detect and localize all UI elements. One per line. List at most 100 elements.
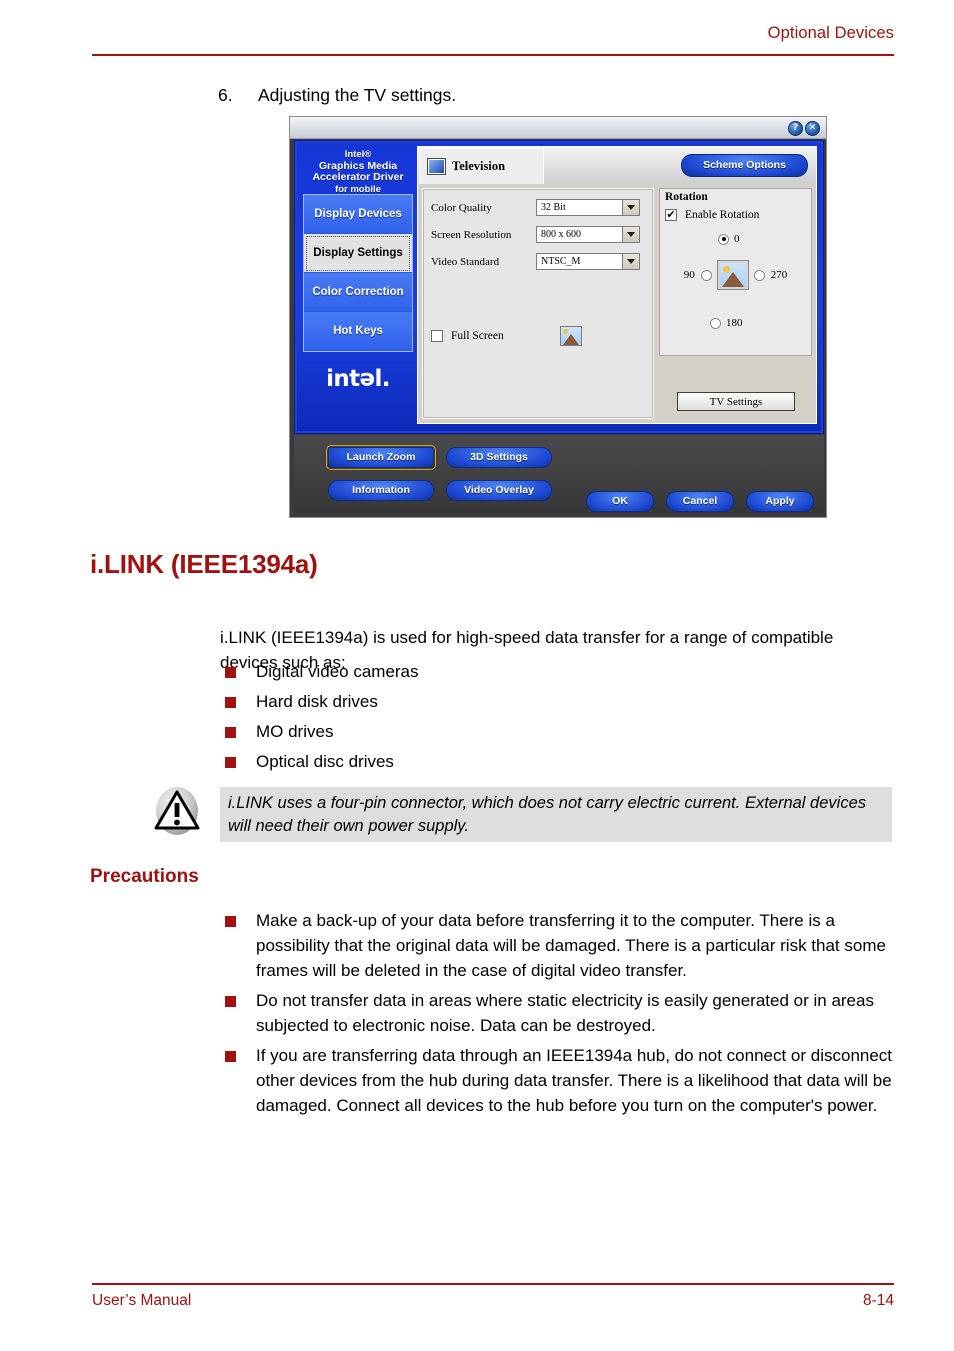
dialog-body: Intel® Graphics Media Accelerator Driver…: [294, 140, 824, 434]
sidebar-item-display-devices[interactable]: Display Devices: [304, 195, 412, 234]
footer-page-number: 8-14: [862, 1292, 894, 1309]
chevron-down-icon[interactable]: [622, 227, 639, 242]
video-overlay-button[interactable]: Video Overlay: [446, 480, 552, 501]
rotation-option-180[interactable]: 180: [710, 317, 743, 329]
bullet-square-icon: [225, 727, 236, 738]
color-quality-label: Color Quality: [431, 201, 492, 214]
section-title: i.LINK (IEEE1394a): [90, 549, 318, 579]
list-item-label: If you are transferring data through an …: [256, 1046, 893, 1115]
brand-line-3: Accelerator Driver: [312, 171, 404, 183]
bullet-square-icon: [225, 757, 236, 768]
dialog-content-panel: Television Scheme Options Color Quality …: [417, 146, 817, 424]
bullet-square-icon: [225, 996, 236, 1007]
dialog-sidebar: Intel® Graphics Media Accelerator Driver…: [303, 146, 413, 396]
rotation-radio-270[interactable]: [753, 269, 765, 281]
list-item: Hard disk drives: [220, 689, 896, 714]
list-item-label: Make a back-up of your data before trans…: [256, 911, 886, 980]
sidebar-item-hot-keys[interactable]: Hot Keys: [304, 312, 412, 351]
intel-logo: intel.: [326, 366, 390, 393]
footer-rule: [92, 1283, 894, 1285]
full-screen-label: Full Screen: [451, 330, 504, 342]
field-screen-resolution: Screen Resolution 800 x 600: [431, 226, 645, 243]
list-item: Make a back-up of your data before trans…: [220, 908, 896, 983]
video-standard-value: NTSC_M: [541, 256, 581, 267]
step-text: Adjusting the TV settings.: [258, 85, 457, 105]
information-button[interactable]: Information: [328, 480, 434, 501]
step-line: 6. Adjusting the TV settings.: [218, 85, 456, 106]
brand-line-1: Intel®: [344, 149, 372, 160]
header-rule: [92, 54, 894, 56]
enable-rotation-row: ✔ Enable Rotation: [665, 209, 759, 221]
rotation-radio-90[interactable]: [700, 269, 712, 281]
rotation-preview-icon: [717, 261, 748, 289]
tab-television-label: Television: [452, 159, 506, 173]
apply-button[interactable]: Apply: [746, 491, 814, 512]
list-item-label: Digital video cameras: [256, 662, 419, 681]
compatible-devices-list: Digital video cameras Hard disk drives M…: [220, 659, 896, 779]
rotation-group: Rotation ✔ Enable Rotation 0 90 270 180: [659, 188, 812, 356]
full-screen-row: Full Screen: [431, 326, 582, 346]
field-color-quality: Color Quality 32 Bit: [431, 199, 645, 216]
dialog-titlebar: ? ✕: [290, 117, 826, 139]
rotation-middle-row: 90 270: [666, 261, 805, 289]
list-item-label: Do not transfer data in areas where stat…: [256, 991, 874, 1035]
rotation-label-0: 0: [734, 233, 740, 245]
list-item-label: Hard disk drives: [256, 692, 378, 711]
list-item: If you are transferring data through an …: [220, 1043, 896, 1118]
panel-inner: Color Quality 32 Bit Screen Resolution 8…: [422, 188, 812, 419]
precautions-title: Precautions: [90, 866, 199, 887]
page-header: Optional Devices: [92, 24, 894, 43]
list-item: Do not transfer data in areas where stat…: [220, 988, 896, 1038]
ok-button[interactable]: OK: [586, 491, 654, 512]
list-item: MO drives: [220, 719, 896, 744]
precautions-list: Make a back-up of your data before trans…: [220, 908, 896, 1123]
dialog-action-bar: Launch Zoom 3D Settings Information Vide…: [294, 435, 824, 513]
tab-television[interactable]: Television: [419, 148, 544, 184]
launch-zoom-button[interactable]: Launch Zoom: [326, 445, 436, 470]
rotation-radio-0[interactable]: [718, 233, 729, 245]
list-item-label: MO drives: [256, 722, 334, 741]
bullet-square-icon: [225, 1051, 236, 1062]
intel-gma-dialog: ? ✕ Intel® Graphics Media Accelerator Dr…: [289, 116, 827, 518]
full-screen-checkbox[interactable]: [431, 330, 443, 342]
note-box: i.LINK uses a four-pin connector, which …: [220, 787, 892, 842]
field-video-standard: Video Standard NTSC_M: [431, 253, 645, 270]
color-quality-select[interactable]: 32 Bit: [536, 199, 640, 216]
tv-settings-button[interactable]: TV Settings: [677, 392, 795, 411]
sidebar-item-display-settings[interactable]: Display Settings: [304, 234, 412, 273]
sidebar-nav-list: Display Devices Display Settings Color C…: [303, 194, 413, 352]
warning-icon: [154, 787, 200, 835]
3d-settings-button[interactable]: 3D Settings: [446, 447, 552, 468]
scheme-options-button[interactable]: Scheme Options: [681, 154, 808, 177]
rotation-radio-180[interactable]: [710, 317, 721, 329]
list-item-label: Optical disc drives: [256, 752, 394, 771]
bullet-square-icon: [225, 667, 236, 678]
intel-brand-block: Intel® Graphics Media Accelerator Driver…: [303, 146, 413, 195]
chevron-down-icon[interactable]: [622, 254, 639, 269]
sidebar-item-color-correction[interactable]: Color Correction: [304, 273, 412, 312]
video-standard-select[interactable]: NTSC_M: [536, 253, 640, 270]
close-icon[interactable]: ✕: [805, 121, 820, 136]
picture-preview-icon: [559, 326, 582, 346]
bullet-square-icon: [225, 916, 236, 927]
help-icon[interactable]: ?: [788, 121, 803, 136]
rotation-label-90: 90: [683, 269, 695, 281]
page-header-title: Optional Devices: [767, 24, 894, 42]
chevron-down-icon[interactable]: [622, 200, 639, 215]
display-settings-group: Color Quality 32 Bit Screen Resolution 8…: [422, 188, 654, 419]
list-item: Optical disc drives: [220, 749, 896, 774]
step-number: 6.: [218, 85, 233, 105]
color-quality-value: 32 Bit: [541, 202, 566, 213]
enable-rotation-label: Enable Rotation: [685, 209, 760, 221]
note-text: i.LINK uses a four-pin connector, which …: [228, 794, 866, 835]
cancel-button[interactable]: Cancel: [666, 491, 734, 512]
enable-rotation-checkbox[interactable]: ✔: [665, 209, 677, 221]
rotation-option-0[interactable]: 0: [718, 233, 740, 245]
list-item: Digital video cameras: [220, 659, 896, 684]
screen-resolution-select[interactable]: 800 x 600: [536, 226, 640, 243]
video-standard-label: Video Standard: [431, 255, 500, 268]
tabstrip: Television Scheme Options: [418, 147, 816, 184]
rotation-label-270: 270: [770, 269, 788, 281]
rotation-group-title: Rotation: [665, 191, 708, 203]
screen-resolution-label: Screen Resolution: [431, 228, 512, 241]
